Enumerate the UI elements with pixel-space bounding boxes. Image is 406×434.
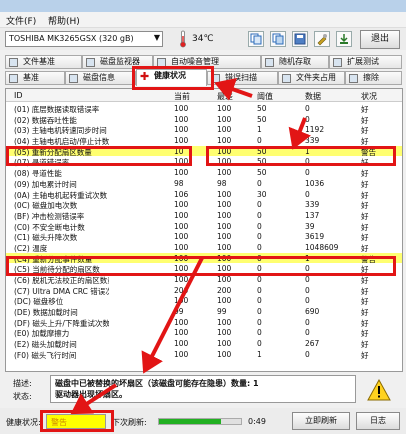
tab-health[interactable]: ✚ 健康状况: [136, 69, 207, 86]
arrow-to-description: [141, 257, 204, 374]
hdtune-window: 文件(F) 帮助(H) TOSHIBA MK3265GSX (320 gB) ▼…: [0, 0, 406, 434]
arrow-to-realloc-row: [288, 117, 312, 150]
health-cross-icon: ✚: [140, 70, 150, 83]
arrow-to-health-status: [70, 383, 118, 415]
arrow-to-health-tab: [214, 78, 253, 101]
annotation-arrows: [70, 78, 312, 415]
